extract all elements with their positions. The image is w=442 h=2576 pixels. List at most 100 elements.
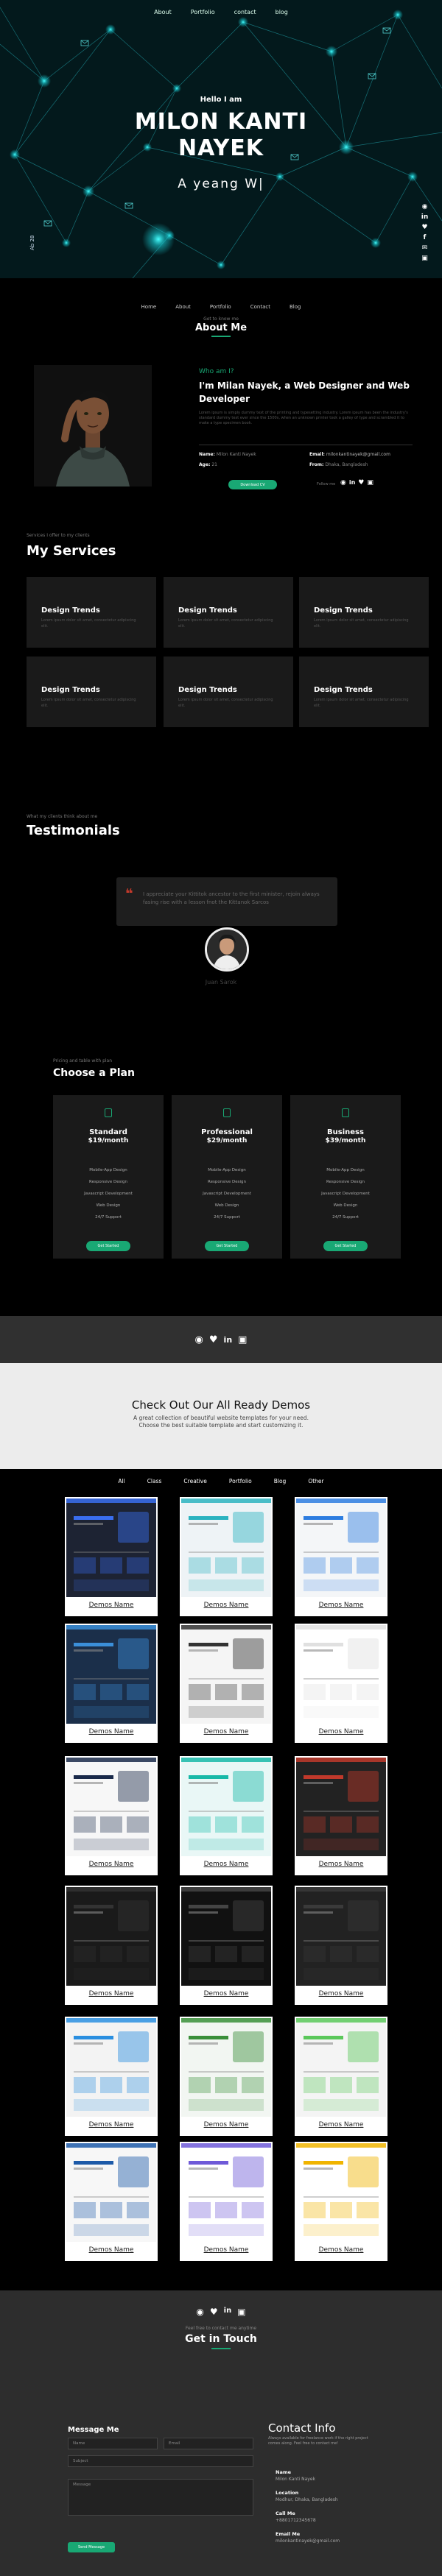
demo-thumbnail[interactable] (296, 1625, 386, 1724)
demo-name-link[interactable]: Demos Name (180, 1728, 273, 1735)
demo-name-link[interactable]: Demos Name (180, 1861, 273, 1868)
linkedin-icon[interactable]: in (224, 1335, 233, 1345)
demo-name-link[interactable]: Demos Name (65, 1728, 158, 1735)
service-card[interactable]: Design Trends Lorem ipsum dolor sit amet… (164, 577, 293, 648)
twitter-icon[interactable]: ♥ (358, 479, 364, 486)
demo-thumbnail[interactable] (181, 1625, 271, 1724)
get-started-button[interactable]: Get Started (323, 1241, 368, 1251)
linkedin-icon[interactable]: in (421, 213, 429, 222)
demo-thumbnail[interactable] (296, 1498, 386, 1597)
get-started-button[interactable]: Get Started (86, 1241, 130, 1251)
demo-thumbnail[interactable] (66, 1758, 156, 1856)
subject-input[interactable]: Subject (68, 2455, 253, 2467)
demo-thumbnail[interactable] (181, 1758, 271, 1856)
twitter-icon[interactable]: ♥ (421, 224, 429, 232)
filter-all[interactable]: All (118, 1478, 124, 1485)
github-icon[interactable]: ◉ (340, 479, 346, 486)
linkedin-icon[interactable]: in (349, 479, 355, 486)
demo-thumbnail[interactable] (66, 2018, 156, 2117)
demo-thumbnail[interactable] (296, 2018, 386, 2117)
instagram-icon[interactable]: ▣ (367, 479, 373, 486)
demo-thumbnail[interactable] (181, 1887, 271, 1986)
demo-name-link[interactable]: Demos Name (65, 2121, 158, 2129)
demo-thumbnail[interactable] (66, 2143, 156, 2242)
service-card[interactable]: Design Trends Lorem ipsum dolor sit amet… (299, 577, 429, 648)
nav2-portfolio[interactable]: Portfolio (210, 304, 231, 310)
demo-card[interactable]: Demos Name (180, 1624, 273, 1743)
demo-name-link[interactable]: Demos Name (180, 1990, 273, 1998)
message-textarea[interactable]: Message (68, 2479, 253, 2516)
get-started-button[interactable]: Get Started (205, 1241, 249, 1251)
demo-card[interactable]: Demos Name (180, 1497, 273, 1616)
twitter-icon[interactable]: ♥ (210, 2307, 218, 2317)
email-input[interactable]: Email (164, 2438, 253, 2449)
github-icon[interactable]: ◉ (196, 2307, 203, 2317)
demo-name-link[interactable]: Demos Name (295, 1728, 387, 1735)
demo-thumbnail[interactable] (296, 2143, 386, 2242)
demo-card[interactable]: Demos Name (295, 1756, 387, 1875)
nav2-contact[interactable]: Contact (250, 304, 270, 310)
demo-card[interactable]: Demos Name (65, 1624, 158, 1743)
demo-card[interactable]: Demos Name (295, 2142, 387, 2261)
demo-card[interactable]: Demos Name (180, 2142, 273, 2261)
demo-name-link[interactable]: Demos Name (295, 2246, 387, 2254)
envelope-icon[interactable]: ✉ (421, 244, 429, 252)
demo-thumbnail[interactable] (296, 1758, 386, 1856)
demo-name-link[interactable]: Demos Name (295, 1990, 387, 1998)
demo-thumbnail[interactable] (296, 1887, 386, 1986)
demo-name-link[interactable]: Demos Name (180, 2246, 273, 2254)
instagram-icon[interactable]: ▣ (238, 1334, 247, 1345)
demo-name-link[interactable]: Demos Name (65, 1990, 158, 1998)
nav2-about[interactable]: About (175, 304, 191, 310)
demo-card[interactable]: Demos Name (180, 1886, 273, 2005)
demo-name-link[interactable]: Demos Name (65, 2246, 158, 2254)
demo-name-link[interactable]: Demos Name (180, 2121, 273, 2129)
demo-name-link[interactable]: Demos Name (65, 1602, 158, 1609)
demo-card[interactable]: Demos Name (295, 1497, 387, 1616)
demo-thumbnail[interactable] (181, 2018, 271, 2117)
filter-other[interactable]: Other (308, 1478, 323, 1485)
service-card[interactable]: Design Trends Lorem ipsum dolor sit amet… (27, 577, 156, 648)
nav-blog[interactable]: blog (276, 9, 288, 15)
github-icon[interactable]: ◉ (421, 203, 429, 211)
name-input[interactable]: Name (68, 2438, 158, 2449)
demo-card[interactable]: Demos Name (65, 1756, 158, 1875)
demo-card[interactable]: Demos Name (295, 1624, 387, 1743)
instagram-icon[interactable]: ▣ (421, 255, 429, 263)
demo-name-link[interactable]: Demos Name (180, 1602, 273, 1609)
demo-name-link[interactable]: Demos Name (295, 2121, 387, 2129)
demo-thumbnail[interactable] (66, 1498, 156, 1597)
filter-blog[interactable]: Blog (274, 1478, 287, 1485)
nav2-blog[interactable]: Blog (290, 304, 301, 310)
github-icon[interactable]: ◉ (195, 1334, 203, 1345)
demo-card[interactable]: Demos Name (180, 2017, 273, 2136)
service-card[interactable]: Design Trends Lorem ipsum dolor sit amet… (299, 657, 429, 727)
nav2-home[interactable]: Home (141, 304, 157, 310)
demo-thumbnail[interactable] (66, 1887, 156, 1986)
demo-card[interactable]: Demos Name (180, 1756, 273, 1875)
demo-card[interactable]: Demos Name (65, 2017, 158, 2136)
download-cv-button[interactable]: Download CV (228, 480, 277, 489)
send-message-button[interactable]: Send Message (68, 2542, 115, 2552)
nav-about[interactable]: About (154, 9, 172, 15)
service-card[interactable]: Design Trends Lorem ipsum dolor sit amet… (27, 657, 156, 727)
instagram-icon[interactable]: ▣ (237, 2307, 245, 2317)
twitter-icon[interactable]: ♥ (209, 1334, 218, 1345)
demo-name-link[interactable]: Demos Name (65, 1861, 158, 1868)
demo-card[interactable]: Demos Name (295, 2017, 387, 2136)
facebook-icon[interactable]: f (421, 234, 429, 242)
demo-card[interactable]: Demos Name (65, 1497, 158, 1616)
nav-contact[interactable]: contact (234, 9, 256, 15)
demo-card[interactable]: Demos Name (65, 1886, 158, 2005)
service-card[interactable]: Design Trends Lorem ipsum dolor sit amet… (164, 657, 293, 727)
nav-portfolio[interactable]: Portfolio (191, 9, 215, 15)
filter-class[interactable]: Class (147, 1478, 162, 1485)
demo-thumbnail[interactable] (181, 1498, 271, 1597)
demo-name-link[interactable]: Demos Name (295, 1602, 387, 1609)
linkedin-icon[interactable]: in (224, 2307, 232, 2317)
demo-name-link[interactable]: Demos Name (295, 1861, 387, 1868)
demo-card[interactable]: Demos Name (295, 1886, 387, 2005)
filter-portfolio[interactable]: Portfolio (229, 1478, 252, 1485)
demo-thumbnail[interactable] (181, 2143, 271, 2242)
demo-thumbnail[interactable] (66, 1625, 156, 1724)
